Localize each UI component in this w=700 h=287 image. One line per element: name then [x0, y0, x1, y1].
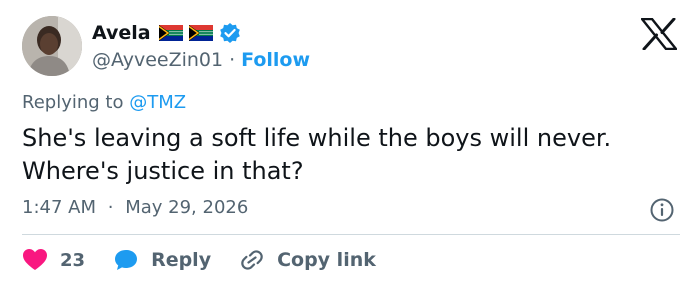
link-icon — [241, 250, 263, 270]
like-button[interactable]: 23 — [22, 248, 85, 272]
author-block: Avela @AyveeZin01 · Follow — [92, 20, 310, 71]
handle-row: @AyveeZin01 · Follow — [92, 49, 310, 71]
avatar[interactable] — [22, 16, 82, 76]
reply-label: Reply — [151, 249, 212, 271]
verified-badge-icon[interactable] — [219, 22, 241, 44]
tweet-text: She's leaving a soft life while the boys… — [22, 122, 682, 188]
avatar-image — [22, 16, 82, 76]
copy-link-button[interactable]: Copy link — [239, 248, 376, 272]
tweet-time: 1:47 AM — [22, 197, 96, 218]
like-count: 23 — [60, 249, 86, 271]
display-name[interactable]: Avela — [92, 22, 151, 44]
south-africa-flag-icon — [188, 25, 213, 41]
south-africa-flag-icon — [158, 25, 183, 41]
reply-context: Replying to @TMZ — [22, 92, 186, 113]
tweet-timestamp[interactable]: 1:47 AM · May 29, 2026 — [22, 197, 248, 218]
tweet-text-line: Where's justice in that? — [22, 157, 304, 185]
reply-button[interactable]: Reply — [113, 248, 211, 272]
x-logo-icon[interactable] — [641, 18, 677, 50]
tweet-text-line: She's leaving a soft life while the boys… — [22, 124, 612, 152]
separator-dot: · — [229, 49, 236, 71]
action-bar: 23 Reply Copy link — [22, 245, 404, 275]
name-row: Avela — [92, 20, 310, 46]
speech-bubble-icon — [115, 250, 138, 270]
divider — [22, 234, 680, 235]
heart-icon — [23, 249, 47, 270]
follow-button[interactable]: Follow — [241, 49, 310, 71]
reply-mention-link[interactable]: @TMZ — [129, 92, 186, 113]
separator-dot: · — [107, 197, 114, 218]
tweet-date: May 29, 2026 — [125, 197, 249, 218]
user-handle[interactable]: @AyveeZin01 — [92, 49, 223, 71]
copy-link-label: Copy link — [277, 249, 376, 271]
reply-context-prefix: Replying to — [22, 92, 124, 113]
info-icon[interactable] — [648, 196, 676, 224]
